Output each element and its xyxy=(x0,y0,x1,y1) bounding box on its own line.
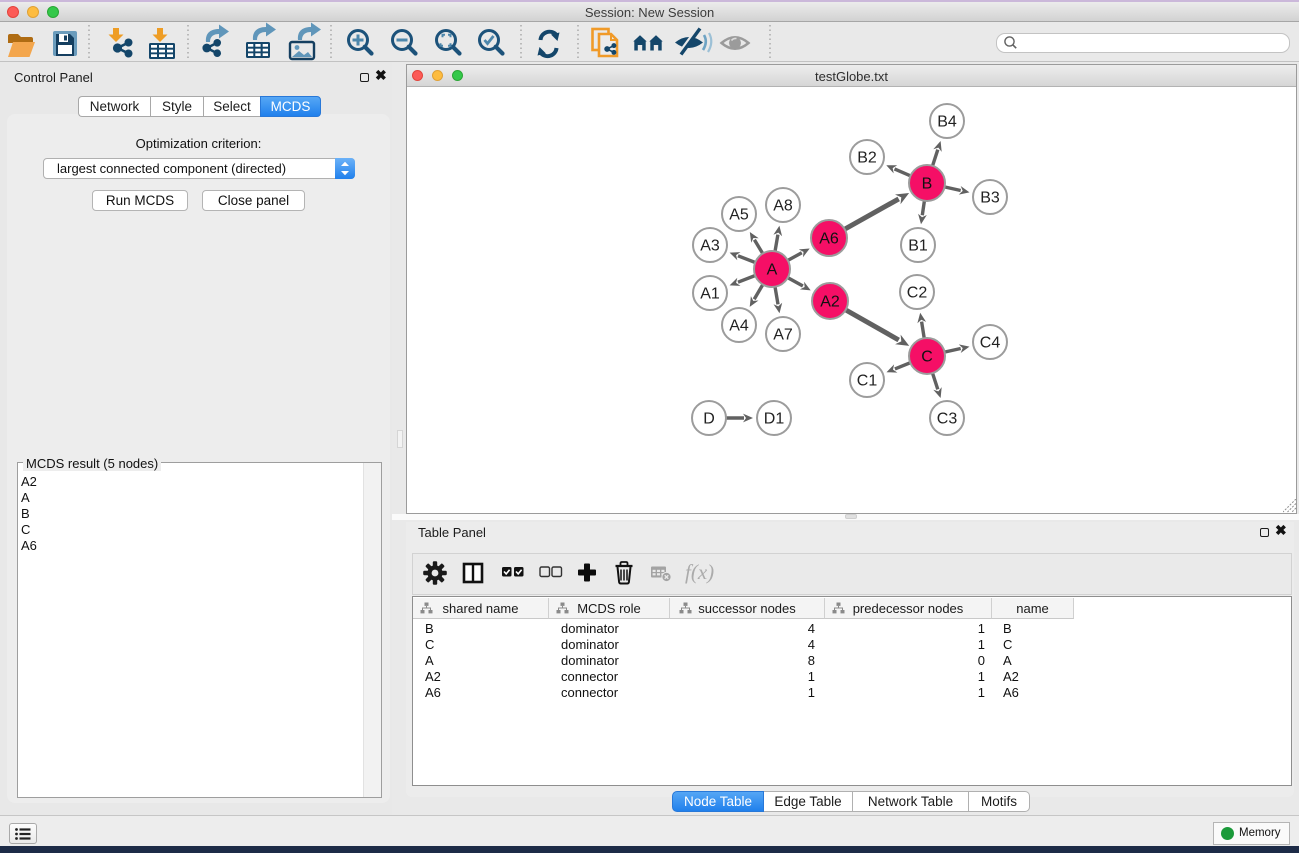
svg-text:C2: C2 xyxy=(907,285,928,302)
svg-text:B2: B2 xyxy=(857,150,877,167)
svg-text:C4: C4 xyxy=(980,335,1001,352)
svg-text:A1: A1 xyxy=(700,286,720,303)
svg-text:B1: B1 xyxy=(908,238,928,255)
svg-text:A: A xyxy=(767,262,778,279)
svg-text:A4: A4 xyxy=(729,318,749,335)
svg-text:B4: B4 xyxy=(937,114,957,131)
svg-text:A7: A7 xyxy=(773,327,793,344)
svg-text:D: D xyxy=(703,411,715,428)
svg-text:A2: A2 xyxy=(820,294,840,311)
svg-text:B: B xyxy=(922,176,933,193)
svg-text:A8: A8 xyxy=(773,198,793,215)
svg-text:C: C xyxy=(921,349,933,366)
svg-text:A5: A5 xyxy=(729,207,749,224)
svg-text:B3: B3 xyxy=(980,190,1000,207)
svg-text:D1: D1 xyxy=(764,411,785,428)
svg-text:C3: C3 xyxy=(937,411,958,428)
svg-text:A3: A3 xyxy=(700,238,720,255)
svg-text:A6: A6 xyxy=(819,231,839,248)
svg-text:C1: C1 xyxy=(857,373,878,390)
